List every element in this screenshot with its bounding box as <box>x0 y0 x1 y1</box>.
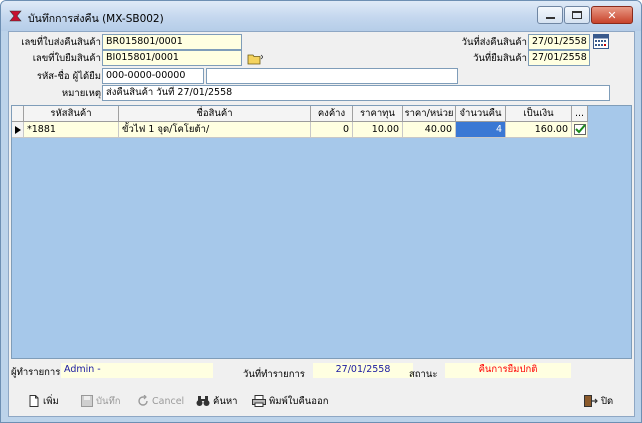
save-button[interactable]: บันทึก <box>81 391 121 411</box>
col-header-amount[interactable]: เป็นเงิน <box>506 106 572 121</box>
status-bar: ผู้ทำรายการ Admin - วันที่ทำรายการ 27/01… <box>9 360 634 384</box>
window-controls: ✕ <box>537 6 633 24</box>
add-label: เพิ่ม <box>43 395 59 407</box>
cell-code[interactable]: *1881 <box>24 122 119 138</box>
return-no-label: เลขที่ใบส่งคืนสินค้า <box>21 37 101 48</box>
cell-cost[interactable]: 10.00 <box>353 122 403 138</box>
borrower-name-field[interactable] <box>206 68 458 84</box>
col-header-return-qty[interactable]: จำนวนคืน <box>456 106 506 121</box>
cell-unit-price[interactable]: 40.00 <box>403 122 456 138</box>
close-window-button[interactable]: ✕ <box>591 6 633 24</box>
close-label: ปิด <box>601 395 614 407</box>
maximize-button[interactable] <box>564 6 590 24</box>
grid-header: รหัสสินค้า ชื่อสินค้า คงค้าง ราคาทุน ราค… <box>12 106 588 122</box>
folder-icon[interactable] <box>247 52 263 65</box>
cell-amount[interactable]: 160.00 <box>506 122 572 138</box>
cell-remaining[interactable]: 0 <box>311 122 353 138</box>
maximize-icon <box>572 11 582 19</box>
minimize-button[interactable] <box>537 6 563 24</box>
grid-header-corner <box>12 106 24 121</box>
col-header-remaining[interactable]: คงค้าง <box>311 106 353 121</box>
col-header-unit-price[interactable]: ราคา/หน่วย <box>403 106 456 121</box>
col-header-cost[interactable]: ราคาทุน <box>353 106 403 121</box>
check-icon[interactable] <box>572 122 588 138</box>
title-bar[interactable]: บันทึกการส่งคืน (MX-SB002) ✕ <box>1 1 641 31</box>
cancel-icon <box>138 395 148 406</box>
app-icon <box>9 10 22 22</box>
save-icon <box>81 395 93 407</box>
note-field[interactable]: ส่งคืนสินค้า วันที่ 27/01/2558 <box>102 85 610 101</box>
note-label: หมายเหตุ <box>61 88 101 99</box>
exit-icon <box>584 395 598 407</box>
items-grid[interactable]: รหัสสินค้า ชื่อสินค้า คงค้าง ราคาทุน ราค… <box>11 105 632 359</box>
new-doc-icon <box>29 395 39 407</box>
window: บันทึกการส่งคืน (MX-SB002) ✕ เลขที่ใบส่ง… <box>0 0 642 423</box>
borrow-no-label: เลขที่ใบยืมสินค้า <box>32 53 101 64</box>
cancel-button[interactable]: Cancel <box>137 391 184 411</box>
search-label: ค้นหา <box>213 395 238 407</box>
col-header-name[interactable]: ชื่อสินค้า <box>119 106 311 121</box>
print-label: พิมพ์ใบคืนออก <box>269 395 329 407</box>
col-header-more[interactable]: ... <box>572 106 588 121</box>
operator-value: Admin - <box>61 363 213 378</box>
binoculars-icon <box>196 396 210 406</box>
table-row[interactable]: *1881 ขั้วไฟ 1 จุด/โคโยต้า/ 0 10.00 40.0… <box>12 122 588 138</box>
row-pointer-icon[interactable] <box>12 122 24 138</box>
save-label: บันทึก <box>96 395 121 407</box>
minimize-icon <box>545 17 555 19</box>
date-value: 27/01/2558 <box>313 363 413 378</box>
close-icon: ✕ <box>607 8 617 22</box>
borrow-date-label: วันที่ยืมสินค้า <box>473 53 527 64</box>
search-button[interactable]: ค้นหา <box>196 391 237 411</box>
cancel-label: Cancel <box>152 395 185 407</box>
date-label: วันที่ทำรายการ <box>243 369 305 380</box>
operator-label: ผู้ทำรายการ <box>11 367 61 378</box>
return-date-label: วันที่ส่งคืนสินค้า <box>461 37 527 48</box>
print-button[interactable]: พิมพ์ใบคืนออก <box>252 391 328 411</box>
borrow-date-field[interactable]: 27/01/2558 <box>528 50 590 66</box>
col-header-code[interactable]: รหัสสินค้า <box>24 106 119 121</box>
add-button[interactable]: เพิ่ม <box>28 391 59 411</box>
calendar-icon[interactable] <box>593 34 609 49</box>
toolbar: เพิ่ม บันทึก Cancel ค้นหา พิมพ์ใบคืนออก … <box>9 388 634 416</box>
printer-icon <box>252 395 266 407</box>
cell-return-qty[interactable]: 4 <box>456 122 506 138</box>
return-date-field[interactable]: 27/01/2558 <box>528 34 590 50</box>
borrower-label: รหัส-ชื่อ ผู้ได้ยืม <box>36 71 101 82</box>
borrow-no-field[interactable]: BI015801/0001 <box>102 50 242 66</box>
return-no-field[interactable]: BR015801/0001 <box>102 34 242 50</box>
state-value: คืนการยืมปกติ <box>445 363 571 378</box>
close-button[interactable]: ปิด <box>584 391 613 411</box>
window-title: บันทึกการส่งคืน (MX-SB002) <box>28 13 164 25</box>
state-label: สถานะ <box>409 369 438 380</box>
cell-name[interactable]: ขั้วไฟ 1 จุด/โคโยต้า/ <box>119 122 311 138</box>
form-body: เลขที่ใบส่งคืนสินค้า BR015801/0001 เลขที… <box>8 31 635 417</box>
borrower-code-field[interactable]: 000-0000-00000 <box>102 68 204 84</box>
